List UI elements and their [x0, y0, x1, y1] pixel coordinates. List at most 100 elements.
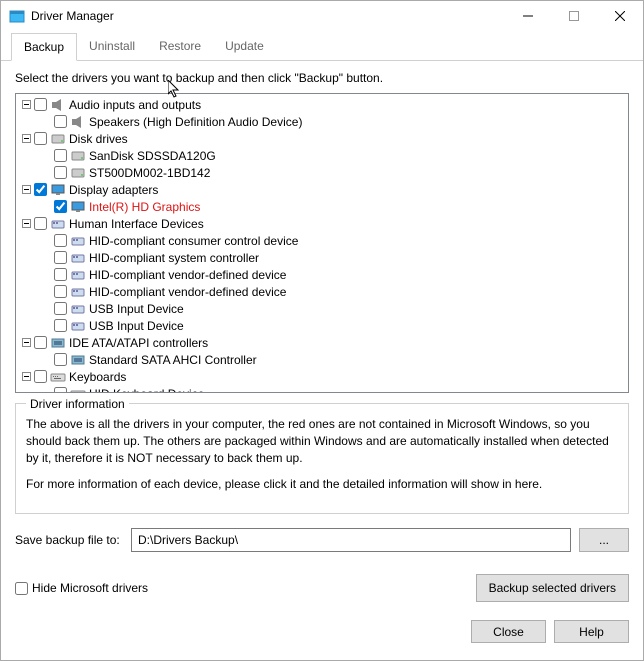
tree-checkbox[interactable]	[34, 132, 47, 145]
tree-row[interactable]: Display adapters	[18, 181, 626, 198]
tab-bar: Backup Uninstall Restore Update	[1, 33, 643, 61]
expander-icon[interactable]	[20, 99, 32, 111]
disk-icon	[70, 148, 86, 164]
tree-row[interactable]: USB Input Device	[18, 300, 626, 317]
fieldset-legend: Driver information	[26, 397, 129, 411]
tree-row[interactable]: HID-compliant vendor-defined device	[18, 266, 626, 283]
hid-icon	[70, 250, 86, 266]
app-icon	[9, 8, 25, 24]
tree-checkbox[interactable]	[54, 115, 67, 128]
tab-uninstall[interactable]: Uninstall	[77, 33, 147, 60]
ide-icon	[70, 352, 86, 368]
maximize-button[interactable]	[551, 1, 597, 31]
save-path-input[interactable]	[131, 528, 571, 552]
backup-selected-button[interactable]: Backup selected drivers	[476, 574, 629, 602]
hid-icon	[70, 267, 86, 283]
tree-row[interactable]: HID-compliant vendor-defined device	[18, 283, 626, 300]
expander-icon[interactable]	[20, 184, 32, 196]
tree-label: IDE ATA/ATAPI controllers	[69, 336, 208, 350]
keyboard-icon	[70, 386, 86, 394]
tree-row[interactable]: Audio inputs and outputs	[18, 96, 626, 113]
tab-update[interactable]: Update	[213, 33, 276, 60]
tree-label: HID-compliant vendor-defined device	[89, 285, 286, 299]
tree-label: Standard SATA AHCI Controller	[89, 353, 257, 367]
tree-label: HID-compliant system controller	[89, 251, 259, 265]
hide-ms-checkbox[interactable]	[15, 582, 28, 595]
minimize-button[interactable]	[505, 1, 551, 31]
disk-icon	[70, 165, 86, 181]
instruction-text: Select the drivers you want to backup an…	[15, 71, 629, 85]
hide-ms-checkbox-label[interactable]: Hide Microsoft drivers	[15, 581, 148, 595]
tree-checkbox[interactable]	[54, 149, 67, 162]
tree-row[interactable]: Disk drives	[18, 130, 626, 147]
tree-label: Intel(R) HD Graphics	[89, 200, 200, 214]
tree-row[interactable]: USB Input Device	[18, 317, 626, 334]
tree-checkbox[interactable]	[54, 200, 67, 213]
hid-icon	[70, 318, 86, 334]
tree-checkbox[interactable]	[34, 217, 47, 230]
tree-checkbox[interactable]	[54, 302, 67, 315]
tree-label: HID-compliant vendor-defined device	[89, 268, 286, 282]
hid-icon	[70, 301, 86, 317]
tree-label: Disk drives	[69, 132, 128, 146]
display-icon	[50, 182, 66, 198]
driver-info-panel: Driver information The above is all the …	[15, 403, 629, 514]
browse-button[interactable]: ...	[579, 528, 629, 552]
driver-tree[interactable]: Audio inputs and outputs Speakers (High D…	[15, 93, 629, 393]
tree-label: Speakers (High Definition Audio Device)	[89, 115, 302, 129]
tree-row[interactable]: Speakers (High Definition Audio Device)	[18, 113, 626, 130]
tree-row[interactable]: HID Keyboard Device	[18, 385, 626, 393]
expander-icon[interactable]	[20, 337, 32, 349]
close-dialog-button[interactable]: Close	[471, 620, 546, 643]
window-title: Driver Manager	[31, 9, 505, 23]
tab-backup[interactable]: Backup	[11, 33, 77, 61]
info-paragraph-2: For more information of each device, ple…	[26, 476, 618, 493]
help-button[interactable]: Help	[554, 620, 629, 643]
tree-checkbox[interactable]	[54, 353, 67, 366]
tree-label: ST500DM002-1BD142	[89, 166, 210, 180]
tree-row[interactable]: ST500DM002-1BD142	[18, 164, 626, 181]
hid-icon	[50, 216, 66, 232]
tree-checkbox[interactable]	[34, 98, 47, 111]
tree-label: Display adapters	[69, 183, 158, 197]
audio-icon	[50, 97, 66, 113]
display-icon	[70, 199, 86, 215]
tree-label: HID Keyboard Device	[89, 387, 204, 394]
tree-row[interactable]: Standard SATA AHCI Controller	[18, 351, 626, 368]
tree-checkbox[interactable]	[54, 166, 67, 179]
tree-label: Audio inputs and outputs	[69, 98, 201, 112]
tree-label: Keyboards	[69, 370, 126, 384]
tree-checkbox[interactable]	[34, 183, 47, 196]
tree-label: USB Input Device	[89, 319, 184, 333]
tree-row[interactable]: Intel(R) HD Graphics	[18, 198, 626, 215]
expander-icon[interactable]	[20, 371, 32, 383]
tree-checkbox[interactable]	[54, 387, 67, 393]
info-paragraph-1: The above is all the drivers in your com…	[26, 416, 618, 466]
tree-row[interactable]: Keyboards	[18, 368, 626, 385]
save-path-label: Save backup file to:	[15, 533, 123, 547]
tree-checkbox[interactable]	[54, 319, 67, 332]
audio-icon	[70, 114, 86, 130]
tree-row[interactable]: HID-compliant consumer control device	[18, 232, 626, 249]
tree-checkbox[interactable]	[54, 268, 67, 281]
tree-row[interactable]: HID-compliant system controller	[18, 249, 626, 266]
tree-row[interactable]: IDE ATA/ATAPI controllers	[18, 334, 626, 351]
tab-restore[interactable]: Restore	[147, 33, 213, 60]
tree-checkbox[interactable]	[54, 234, 67, 247]
ide-icon	[50, 335, 66, 351]
tree-row[interactable]: SanDisk SDSSDA120G	[18, 147, 626, 164]
disk-icon	[50, 131, 66, 147]
tree-checkbox[interactable]	[34, 336, 47, 349]
tree-checkbox[interactable]	[54, 285, 67, 298]
expander-icon[interactable]	[20, 218, 32, 230]
expander-icon[interactable]	[20, 133, 32, 145]
tree-row[interactable]: Human Interface Devices	[18, 215, 626, 232]
keyboard-icon	[50, 369, 66, 385]
hid-icon	[70, 233, 86, 249]
tree-label: SanDisk SDSSDA120G	[89, 149, 216, 163]
hide-ms-text: Hide Microsoft drivers	[32, 581, 148, 595]
tree-label: Human Interface Devices	[69, 217, 204, 231]
close-button[interactable]	[597, 1, 643, 31]
tree-checkbox[interactable]	[34, 370, 47, 383]
tree-checkbox[interactable]	[54, 251, 67, 264]
